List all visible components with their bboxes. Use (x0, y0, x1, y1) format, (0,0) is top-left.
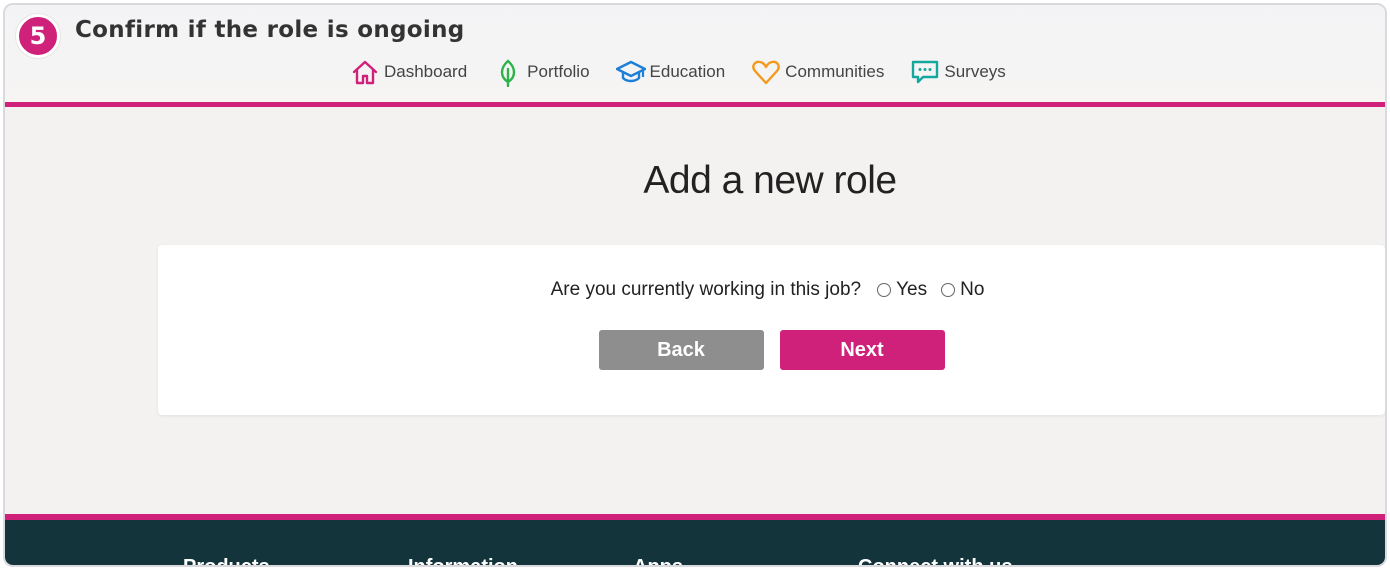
button-row: Back Next (158, 330, 1385, 370)
back-button[interactable]: Back (598, 330, 764, 370)
chat-bubble-icon (912, 60, 939, 84)
header: 5 Confirm if the role is ongoing Dashboa… (5, 5, 1385, 107)
ongoing-question: Are you currently working in this job? Y… (158, 279, 1385, 301)
radio-no[interactable]: No (941, 279, 984, 301)
nav-label: Surveys (944, 62, 1006, 81)
footer-heading-connect: Connect with us (858, 556, 1013, 567)
home-icon (352, 60, 378, 85)
question-label: Are you currently working in this job? (550, 279, 862, 300)
step-badge: 5 (16, 14, 60, 58)
heart-icon (752, 60, 780, 85)
nav-label: Dashboard (384, 62, 468, 81)
footer: Products Information Apps Connect with u… (5, 514, 1385, 567)
nav-item-education[interactable]: Education (615, 57, 726, 87)
role-form-card: Are you currently working in this job? Y… (158, 245, 1385, 415)
radio-yes-label: Yes (896, 279, 928, 300)
app-frame: 5 Confirm if the role is ongoing Dashboa… (3, 3, 1387, 567)
nav-item-portfolio[interactable]: Portfolio (493, 57, 590, 87)
nav-label: Education (649, 62, 726, 81)
nav-label: Communities (785, 62, 885, 81)
nav-item-communities[interactable]: Communities (751, 57, 884, 87)
radio-yes-circle[interactable] (877, 283, 892, 297)
leaf-icon (500, 59, 516, 87)
radio-no-label: No (960, 279, 985, 300)
nav-item-dashboard[interactable]: Dashboard (350, 57, 467, 87)
step-title: Confirm if the role is ongoing (75, 17, 465, 43)
footer-heading-information: Information (408, 556, 518, 567)
page-title: Add a new role (643, 159, 897, 202)
main-nav: Dashboard Portfolio Education Communitie… (350, 57, 1032, 87)
nav-label: Portfolio (527, 62, 590, 81)
radio-no-circle[interactable] (941, 283, 956, 297)
radio-yes[interactable]: Yes (877, 279, 927, 301)
nav-item-surveys[interactable]: Surveys (910, 57, 1006, 87)
next-button[interactable]: Next (779, 330, 945, 370)
footer-heading-apps: Apps (633, 556, 683, 567)
footer-columns: Products Information Apps Connect with u… (183, 556, 1083, 567)
footer-heading-products: Products (183, 556, 270, 567)
graduation-cap-icon (615, 60, 646, 83)
